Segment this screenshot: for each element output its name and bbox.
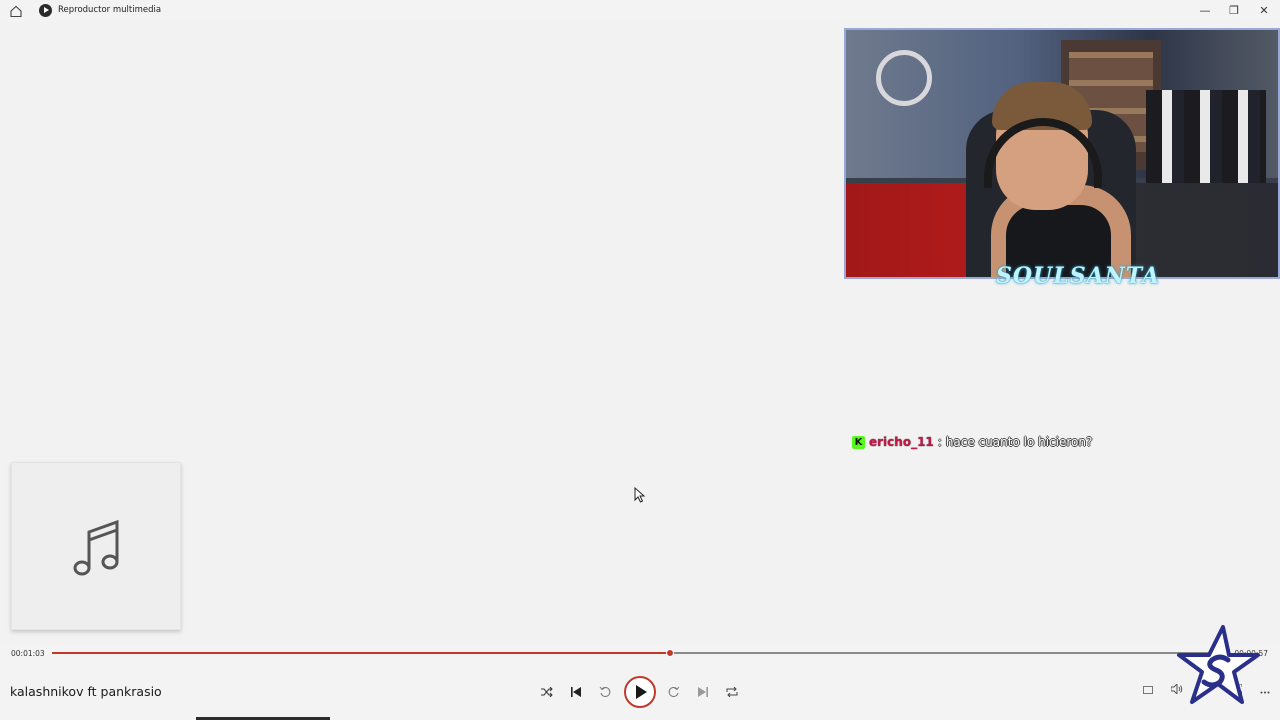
skip-forward-button[interactable] xyxy=(665,683,683,701)
chat-username: ericho_11 xyxy=(869,435,934,449)
shuffle-icon xyxy=(541,687,553,697)
close-button[interactable]: ✕ xyxy=(1249,0,1279,22)
title-bar: Reproductor multimedia — ❐ ✕ xyxy=(0,0,1280,22)
seek-bar[interactable] xyxy=(52,649,1230,657)
seek-thumb[interactable] xyxy=(666,649,675,657)
skip-forward-30-icon xyxy=(668,686,680,697)
song-title: kalashnikov ft pankrasio xyxy=(10,684,162,699)
more-icon xyxy=(1260,691,1270,694)
previous-icon xyxy=(571,687,581,697)
repeat-icon xyxy=(726,687,738,697)
home-icon[interactable] xyxy=(8,4,24,18)
miniplayer-icon xyxy=(1143,686,1153,694)
next-button[interactable] xyxy=(694,683,712,701)
seek-bar-fill xyxy=(52,652,671,654)
previous-button[interactable] xyxy=(567,683,585,701)
album-art[interactable] xyxy=(11,462,181,630)
kick-badge-icon: K xyxy=(852,435,865,449)
music-note-icon xyxy=(73,519,119,576)
chat-text: hace cuanto lo hicieron? xyxy=(945,435,1093,449)
webcam-overlay xyxy=(844,28,1280,279)
app-icon xyxy=(39,4,52,17)
minimize-button[interactable]: — xyxy=(1190,0,1220,22)
next-icon xyxy=(698,687,708,697)
miniplayer-button[interactable] xyxy=(1139,684,1157,700)
mouse-cursor-icon xyxy=(634,487,646,503)
skip-back-button[interactable] xyxy=(596,683,614,701)
chat-separator: : xyxy=(937,435,942,449)
elapsed-time: 00:01:03 xyxy=(11,649,45,658)
star-watermark-icon xyxy=(1177,625,1260,704)
repeat-button[interactable] xyxy=(723,683,741,701)
play-button[interactable] xyxy=(624,676,656,708)
streamer-logo: SOULSANTA xyxy=(996,263,1161,289)
restore-button[interactable]: ❐ xyxy=(1219,0,1249,22)
window-title: Reproductor multimedia xyxy=(58,5,162,15)
shuffle-button[interactable] xyxy=(538,683,556,701)
chat-message: K ericho_11 : hace cuanto lo hicieron? xyxy=(852,434,1092,450)
skip-back-10-icon xyxy=(599,686,611,697)
